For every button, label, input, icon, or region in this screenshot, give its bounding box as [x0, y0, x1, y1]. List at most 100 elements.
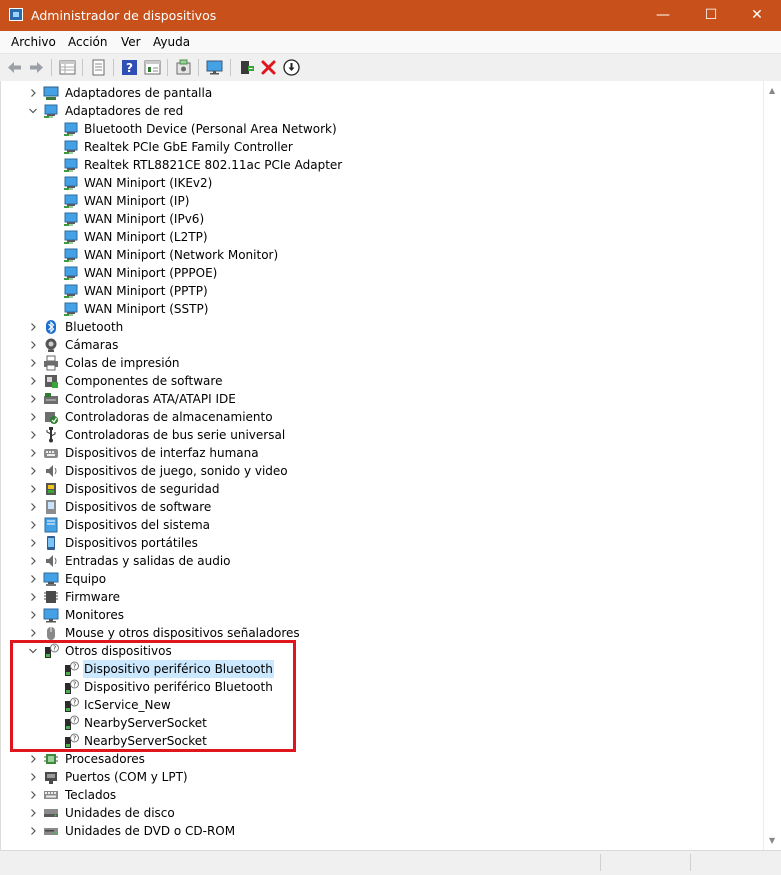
- device-tree[interactable]: Adaptadores de pantalla Adaptadores de re…: [0, 81, 764, 850]
- chevron-right-icon[interactable]: [27, 408, 39, 426]
- chevron-right-icon[interactable]: [27, 786, 39, 804]
- chevron-right-icon[interactable]: [27, 750, 39, 768]
- chevron-right-icon[interactable]: [27, 516, 39, 534]
- chevron-right-icon[interactable]: [27, 552, 39, 570]
- chevron-down-icon[interactable]: [27, 642, 39, 660]
- help-icon[interactable]: ?: [120, 58, 139, 77]
- tree-category[interactable]: Adaptadores de pantalla: [1, 84, 761, 102]
- uninstall-icon[interactable]: [259, 58, 278, 77]
- tree-device[interactable]: WAN Miniport (IPv6): [1, 210, 761, 228]
- chevron-right-icon[interactable]: [27, 822, 39, 840]
- tree-device[interactable]: WAN Miniport (PPPOE): [1, 264, 761, 282]
- chevron-right-icon[interactable]: [27, 624, 39, 642]
- tree-category[interactable]: Dispositivos portátiles: [1, 534, 761, 552]
- tree-category[interactable]: Dispositivos de software: [1, 498, 761, 516]
- tree-category[interactable]: Dispositivos de juego, sonido y video: [1, 462, 761, 480]
- tree-category[interactable]: Teclados: [1, 786, 761, 804]
- properties-sheet-icon[interactable]: [89, 58, 108, 77]
- chevron-right-icon[interactable]: [27, 336, 39, 354]
- tree-category[interactable]: Controladoras ATA/ATAPI IDE: [1, 390, 761, 408]
- tree-category[interactable]: Monitores: [1, 606, 761, 624]
- chevron-right-icon[interactable]: [27, 534, 39, 552]
- chevron-right-icon[interactable]: [27, 498, 39, 516]
- svg-text:?: ?: [73, 699, 77, 707]
- scroll-down-arrow-icon[interactable]: ▼: [769, 836, 775, 845]
- tree-device[interactable]: Realtek PCIe GbE Family Controller: [1, 138, 761, 156]
- menu-ver[interactable]: Ver: [121, 35, 141, 49]
- tree-device[interactable]: WAN Miniport (Network Monitor): [1, 246, 761, 264]
- tree-category[interactable]: Unidades de DVD o CD-ROM: [1, 822, 761, 840]
- monitor-icon[interactable]: [205, 58, 224, 77]
- chevron-right-icon[interactable]: [27, 318, 39, 336]
- properties-grid-icon[interactable]: [58, 58, 77, 77]
- tree-category[interactable]: Cámaras: [1, 336, 761, 354]
- tree-device[interactable]: ? Dispositivo periférico Bluetooth: [1, 678, 761, 696]
- tree-category[interactable]: Componentes de software: [1, 372, 761, 390]
- monitor-icon: [43, 608, 59, 623]
- menu-ayuda[interactable]: Ayuda: [153, 35, 190, 49]
- scan-hardware-icon[interactable]: [174, 58, 193, 77]
- tree-device[interactable]: ? Dispositivo periférico Bluetooth: [1, 660, 761, 678]
- menu-archivo[interactable]: Archivo: [11, 35, 56, 49]
- tree-category[interactable]: Controladoras de bus serie universal: [1, 426, 761, 444]
- chevron-right-icon[interactable]: [27, 606, 39, 624]
- chevron-right-icon[interactable]: [27, 390, 39, 408]
- processor-icon: [44, 754, 58, 764]
- tree-category[interactable]: ? Otros dispositivos: [1, 642, 761, 660]
- vertical-scrollbar[interactable]: ▲ ▼: [763, 81, 781, 850]
- tree-category[interactable]: Dispositivos de interfaz humana: [1, 444, 761, 462]
- tree-device[interactable]: WAN Miniport (IKEv2): [1, 174, 761, 192]
- chevron-right-icon[interactable]: [27, 426, 39, 444]
- chevron-right-icon[interactable]: [27, 588, 39, 606]
- chevron-down-icon[interactable]: [27, 102, 39, 120]
- minimize-button[interactable]: —: [639, 0, 687, 31]
- tree-item-label: NearbyServerSocket: [84, 716, 207, 730]
- tree-category[interactable]: Firmware: [1, 588, 761, 606]
- port-icon: [45, 772, 57, 784]
- update-driver-icon[interactable]: [143, 58, 162, 77]
- forward-icon[interactable]: [27, 58, 46, 77]
- tree-item-label: WAN Miniport (L2TP): [84, 230, 208, 244]
- tree-device[interactable]: Bluetooth Device (Personal Area Network): [1, 120, 761, 138]
- tree-device[interactable]: WAN Miniport (SSTP): [1, 300, 761, 318]
- chevron-right-icon[interactable]: [27, 444, 39, 462]
- tree-category[interactable]: Dispositivos de seguridad: [1, 480, 761, 498]
- tree-category[interactable]: Dispositivos del sistema: [1, 516, 761, 534]
- back-icon[interactable]: [5, 58, 24, 77]
- tree-device[interactable]: ? IcService_New: [1, 696, 761, 714]
- tree-device[interactable]: ? NearbyServerSocket: [1, 714, 761, 732]
- tree-category[interactable]: Entradas y salidas de audio: [1, 552, 761, 570]
- chevron-right-icon[interactable]: [27, 480, 39, 498]
- toolbar-separator: [82, 59, 83, 76]
- menu-accion[interactable]: Acción: [68, 35, 107, 49]
- tree-category[interactable]: Unidades de disco: [1, 804, 761, 822]
- tree-item-label: Controladoras de bus serie universal: [65, 428, 286, 442]
- tree-category[interactable]: Equipo: [1, 570, 761, 588]
- tree-category[interactable]: Mouse y otros dispositivos señaladores: [1, 624, 761, 642]
- tree-device[interactable]: Realtek RTL8821CE 802.11ac PCIe Adapter: [1, 156, 761, 174]
- tree-category[interactable]: Puertos (COM y LPT): [1, 768, 761, 786]
- chevron-right-icon[interactable]: [27, 84, 39, 102]
- tree-category[interactable]: Adaptadores de red: [1, 102, 761, 120]
- tree-device[interactable]: ? NearbyServerSocket: [1, 732, 761, 750]
- tree-device[interactable]: WAN Miniport (IP): [1, 192, 761, 210]
- tree-category[interactable]: Procesadores: [1, 750, 761, 768]
- chevron-right-icon[interactable]: [27, 354, 39, 372]
- chevron-right-icon[interactable]: [27, 462, 39, 480]
- tree-category[interactable]: Controladoras de almacenamiento: [1, 408, 761, 426]
- close-button[interactable]: ✕: [733, 0, 781, 31]
- chevron-right-icon[interactable]: [27, 804, 39, 822]
- svg-text:?: ?: [73, 663, 77, 671]
- maximize-button[interactable]: ☐: [687, 0, 735, 31]
- tree-item-label: Puertos (COM y LPT): [65, 770, 188, 784]
- chevron-right-icon[interactable]: [27, 768, 39, 786]
- scroll-up-arrow-icon[interactable]: ▲: [769, 86, 775, 95]
- enable-device-icon[interactable]: [237, 58, 256, 77]
- chevron-right-icon[interactable]: [27, 372, 39, 390]
- tree-category[interactable]: Colas de impresión: [1, 354, 761, 372]
- tree-category[interactable]: Bluetooth: [1, 318, 761, 336]
- chevron-right-icon[interactable]: [27, 570, 39, 588]
- tree-device[interactable]: WAN Miniport (PPTP): [1, 282, 761, 300]
- download-icon[interactable]: [282, 58, 301, 77]
- tree-device[interactable]: WAN Miniport (L2TP): [1, 228, 761, 246]
